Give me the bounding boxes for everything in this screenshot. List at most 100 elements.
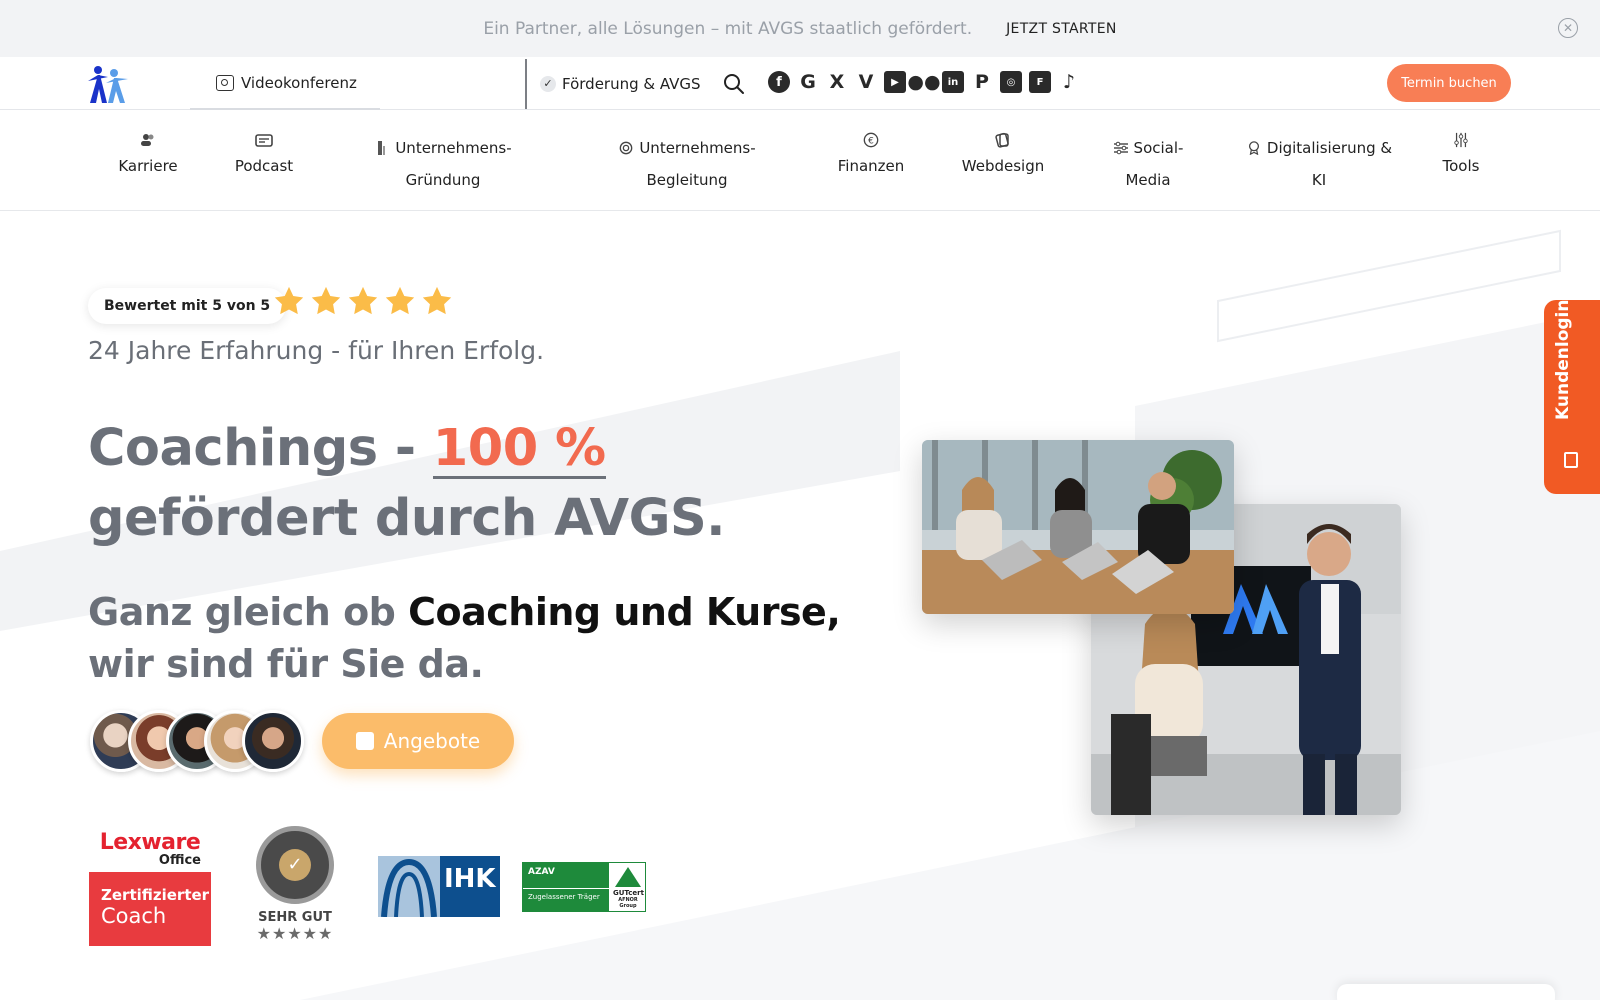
main-navigation: Karriere Podcast Unternehmens- Gründung … — [0, 110, 1600, 211]
flickr-icon[interactable]: ●● — [907, 71, 940, 93]
external-link-icon — [355, 732, 374, 750]
ihk-badge: IHK — [378, 856, 500, 917]
euro-icon: € — [863, 132, 879, 148]
star-icon — [385, 286, 415, 315]
nav-label: Gründung — [405, 171, 481, 189]
videokonferenz-link[interactable]: Videokonferenz — [190, 57, 380, 110]
divider — [525, 59, 527, 109]
sub-bold: Coaching und Kurse, — [408, 590, 841, 634]
top-bar: Videokonferenz ✓ Förderung & AVGS f G X … — [0, 57, 1600, 110]
headline-accent: 100 % — [432, 419, 606, 479]
foerderung-link[interactable]: ✓ Förderung & AVGS — [540, 57, 701, 110]
lexware-cert-line2: Coach — [101, 904, 167, 928]
star-icon — [311, 286, 341, 315]
social-links: f G X V ▶ ●● in P ◎ F ♪ — [768, 71, 1080, 93]
rating-stars — [272, 284, 454, 318]
users-icon — [141, 134, 154, 146]
award-icon — [1248, 141, 1259, 155]
avatar — [242, 710, 304, 772]
check-icon: ✓ — [279, 849, 311, 881]
star-icon — [348, 286, 378, 315]
nav-item-webdesign[interactable]: Webdesign — [958, 132, 1048, 182]
kundenlogin-label: Kundenlogin — [1553, 299, 1573, 421]
nav-label: Unternehmens- — [395, 139, 512, 157]
gutcert-logo: GUTcert AFNOR Group — [613, 867, 644, 909]
linkedin-icon[interactable]: in — [942, 71, 964, 93]
azav-title: AZAV — [523, 863, 609, 889]
nav-item-begleitung[interactable]: Unternehmens- Begleitung — [612, 132, 762, 196]
google-icon[interactable]: G — [797, 71, 819, 93]
nav-label: Karriere — [118, 157, 178, 175]
nav-item-karriere[interactable]: Karriere — [113, 132, 183, 182]
lock-icon — [1564, 452, 1578, 468]
lifebuoy-icon — [619, 141, 633, 155]
tagline: 24 Jahre Erfahrung - für Ihren Erfolg. — [88, 336, 545, 365]
nav-item-tools[interactable]: Tools — [1436, 132, 1486, 182]
hero-subheadline: Ganz gleich ob Coaching und Kurse, wir s… — [88, 586, 841, 690]
azav-sub: Zugelassener Träger — [523, 888, 609, 912]
provenexpert-seal: ✓ — [256, 826, 334, 904]
angebote-button[interactable]: Angebote — [322, 713, 514, 769]
lexware-badge: Lexware Office Zertifizierter Coach — [89, 832, 211, 950]
nav-item-gruendung[interactable]: Unternehmens- Gründung — [370, 132, 516, 196]
lexware-cert: Zertifizierter Coach — [89, 872, 211, 946]
ihk-arc-logo — [378, 856, 440, 917]
logo[interactable] — [86, 63, 130, 105]
pinterest-icon[interactable]: P — [971, 71, 993, 93]
flipboard-icon[interactable]: F — [1029, 71, 1051, 93]
search-icon[interactable] — [722, 72, 746, 96]
nav-item-finanzen[interactable]: € Finanzen — [833, 132, 909, 182]
nav-item-digitalisierung[interactable]: Digitalisierung & KI — [1244, 132, 1394, 196]
layers-icon — [995, 132, 1009, 148]
hero-headline: Coachings - 100 % gefördert durch AVGS. — [88, 414, 726, 554]
star-icon — [274, 286, 304, 315]
headline-part2: gefördert durch AVGS. — [88, 489, 726, 548]
check-icon: ✓ — [540, 75, 556, 92]
svg-text:€: € — [868, 137, 874, 147]
angebote-label: Angebote — [383, 729, 481, 753]
nav-label: Webdesign — [961, 157, 1045, 175]
provenexpert-badge: ✓ SEHR GUT ★★★★★ — [250, 826, 340, 950]
nav-label: Social- — [1133, 139, 1184, 157]
team-avatars — [90, 710, 304, 772]
facebook-icon[interactable]: f — [768, 71, 790, 93]
nav-label: Finanzen — [837, 157, 905, 175]
announcement-message: Ein Partner, alle Lösungen – mit AVGS st… — [483, 18, 973, 39]
x-icon[interactable]: X — [826, 71, 848, 93]
ihk-text: IHK — [444, 864, 496, 894]
bottom-card — [1337, 984, 1555, 1000]
azav-badge: AZAV Zugelassener Träger GUTcert AFNOR G… — [522, 862, 646, 912]
instagram-icon[interactable]: ◎ — [1000, 71, 1022, 93]
nav-label: KI — [1311, 171, 1327, 189]
youtube-icon[interactable]: ▶ — [884, 71, 906, 93]
foerderung-label: Förderung & AVGS — [562, 74, 701, 93]
nav-item-podcast[interactable]: Podcast — [228, 132, 300, 182]
lexware-cert-line1: Zertifizierter — [101, 886, 210, 904]
lexware-sub: Office — [158, 853, 201, 868]
videokonferenz-label: Videokonferenz — [241, 73, 357, 92]
star-icon — [422, 286, 452, 315]
jetzt-starten-link[interactable]: JETZT STARTEN — [1006, 21, 1117, 37]
lexware-brand: Lexware — [99, 830, 201, 855]
building-icon — [378, 141, 386, 155]
afnor-text: AFNOR Group — [618, 897, 638, 909]
gutcert-text: GUTcert — [613, 889, 644, 897]
nav-item-social-media[interactable]: Social- Media — [1105, 132, 1191, 196]
gutcert-mark — [615, 867, 641, 887]
nav-label: Unternehmens- — [639, 139, 756, 157]
close-icon[interactable]: ✕ — [1558, 18, 1578, 38]
radio-icon — [255, 134, 273, 147]
provenexpert-rating: SEHR GUT — [258, 910, 332, 925]
rating-stars: ★★★★★ — [256, 924, 334, 943]
announcement-bar: Ein Partner, alle Lösungen – mit AVGS st… — [0, 0, 1600, 57]
photo-team-meeting — [922, 440, 1234, 614]
sub-part1: Ganz gleich ob — [88, 590, 409, 634]
nav-label: Tools — [1442, 157, 1480, 175]
nav-label: Media — [1125, 171, 1171, 189]
nav-label: Podcast — [234, 157, 294, 175]
tiktok-icon[interactable]: ♪ — [1058, 71, 1080, 93]
kundenlogin-tab[interactable]: Kundenlogin — [1544, 300, 1600, 494]
headline-part1: Coachings - — [88, 419, 433, 478]
vimeo-icon[interactable]: V — [855, 71, 877, 93]
termin-buchen-button[interactable]: Termin buchen — [1387, 64, 1511, 102]
